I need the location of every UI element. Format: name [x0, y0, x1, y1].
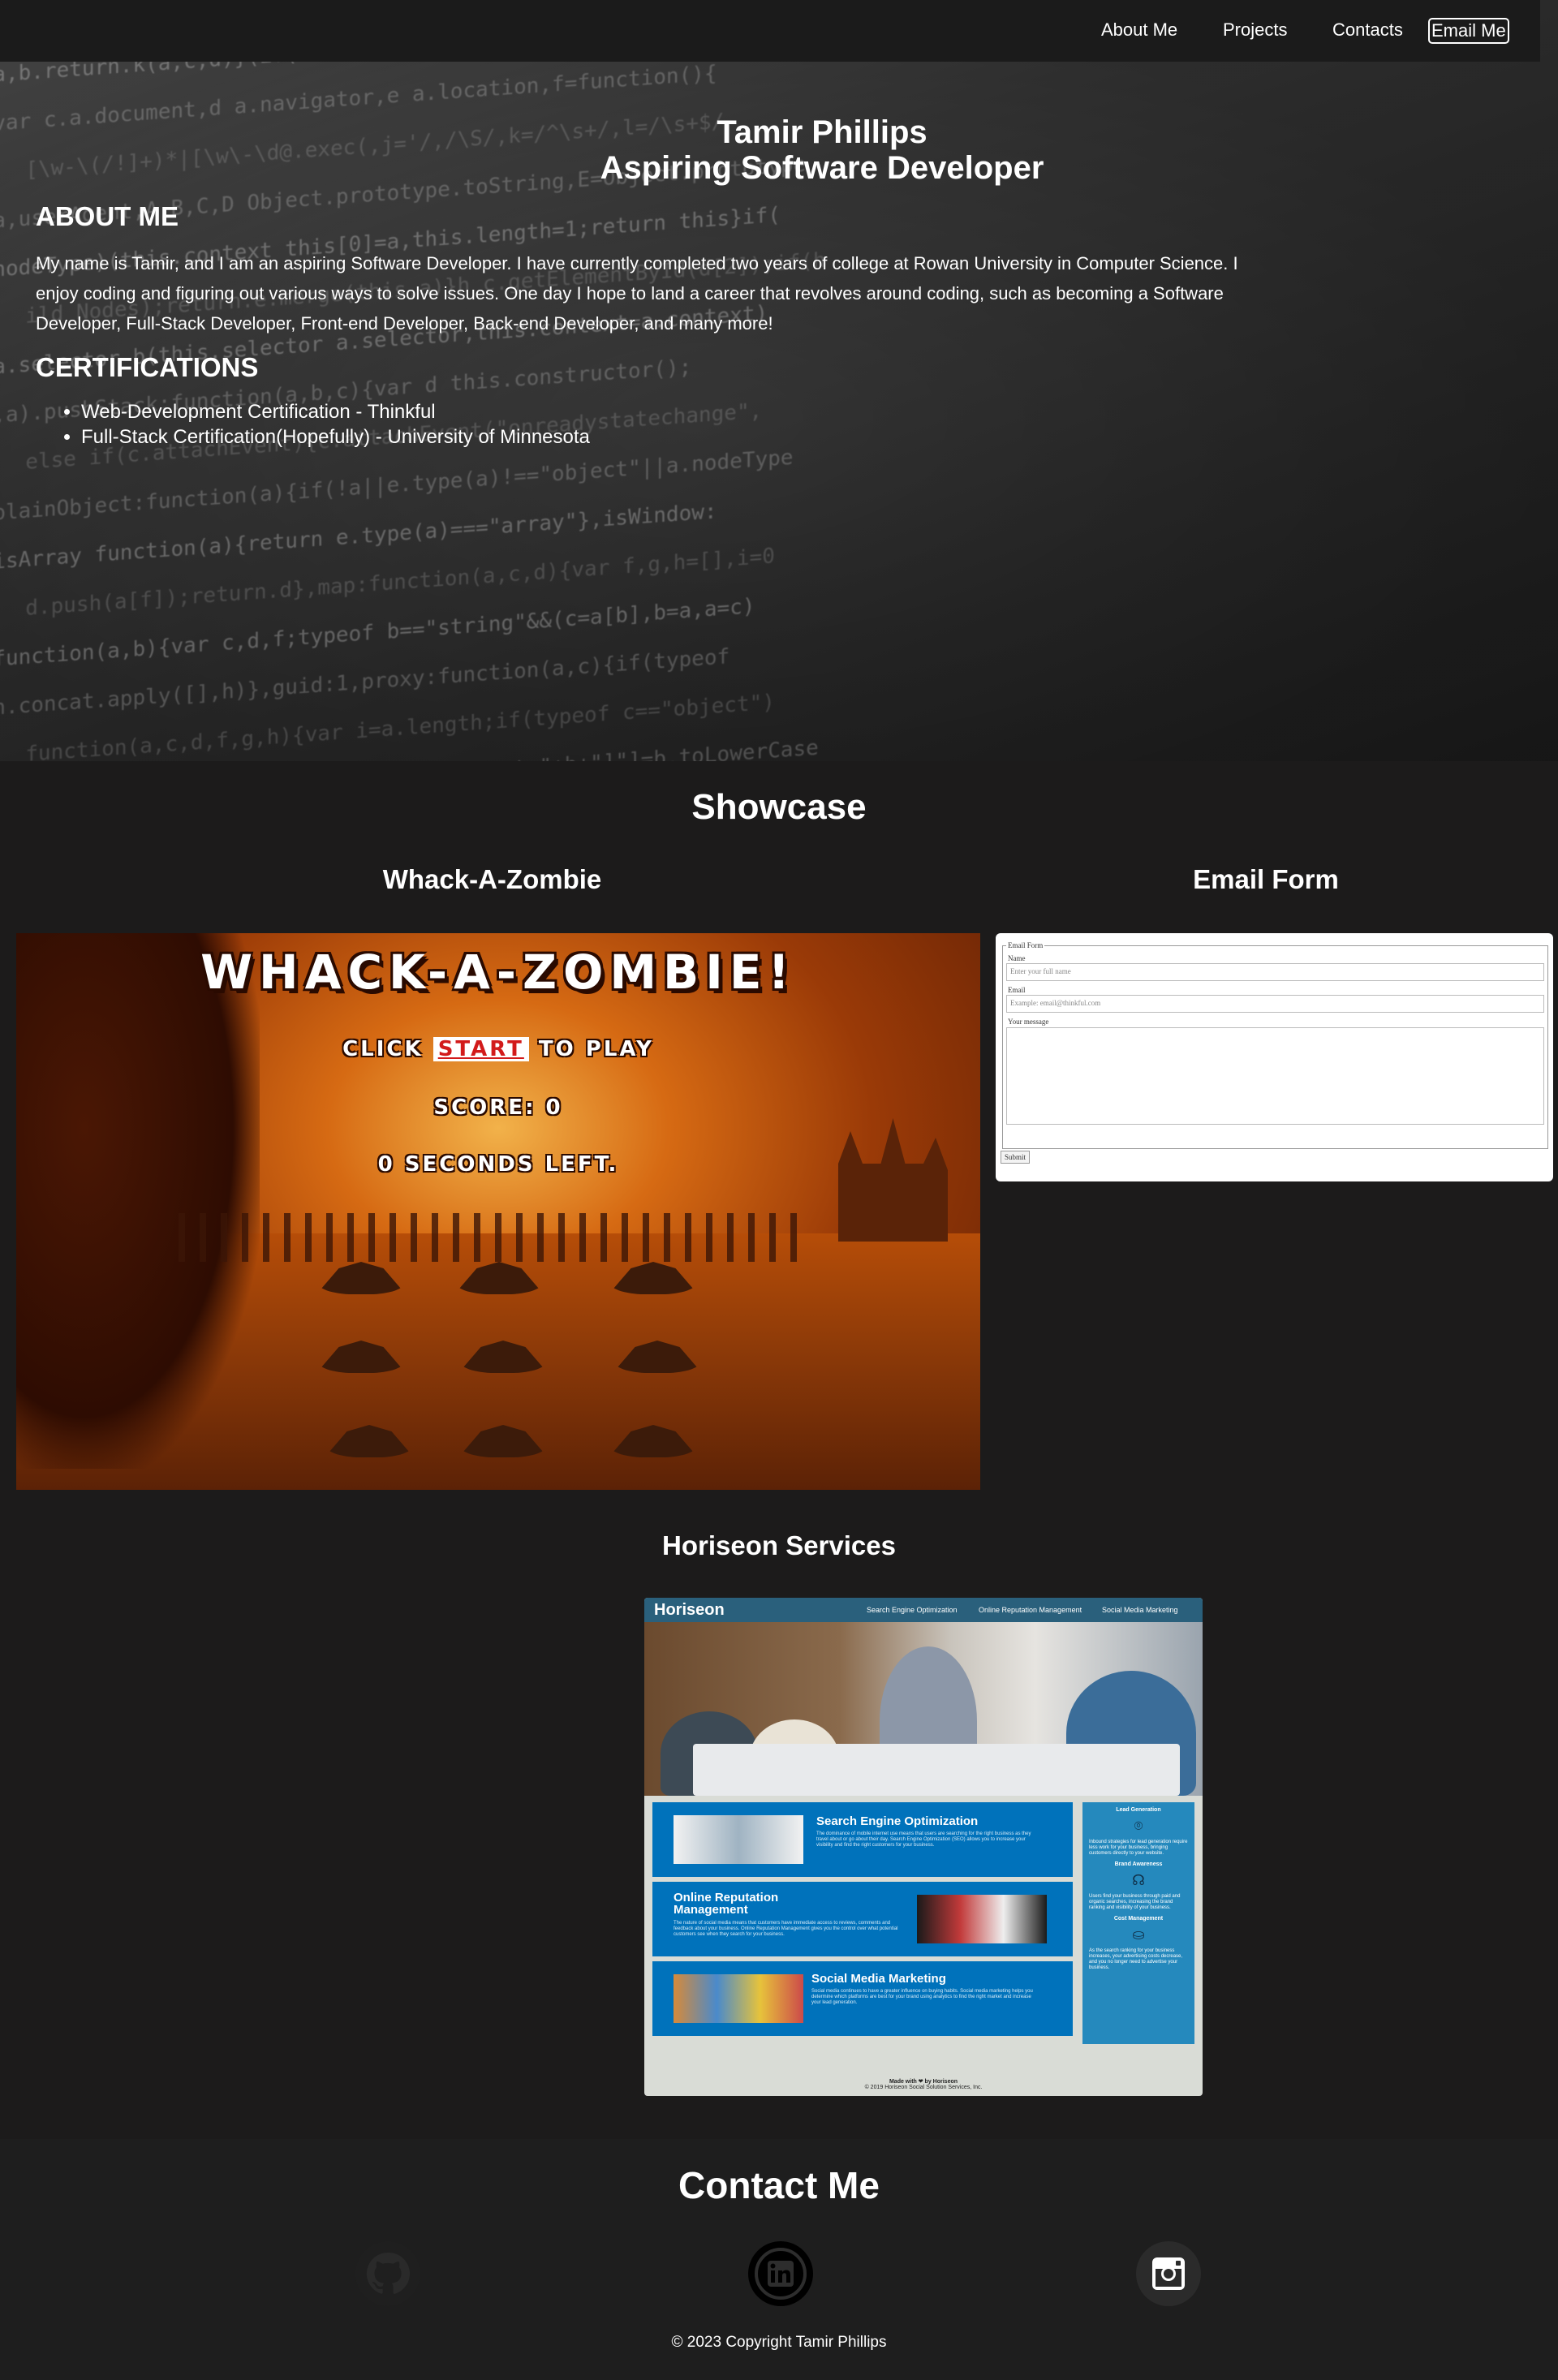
- project-title-whack-a-zombie: Whack-A-Zombie: [382, 864, 602, 894]
- horiseon-footer-copy: © 2019 Horiseon Social Solution Services…: [864, 2085, 983, 2090]
- social-image: [674, 1974, 803, 2023]
- magnet-icon: ⌾: [1134, 1818, 1143, 1834]
- nav-link-contacts[interactable]: Contacts: [1332, 19, 1403, 41]
- message-label: Your message: [1008, 1018, 1049, 1026]
- horiseon-header: Horiseon Search Engine Optimization Onli…: [644, 1598, 1203, 1622]
- github-link[interactable]: [355, 2241, 420, 2306]
- name-label: Name: [1008, 954, 1026, 962]
- benefit-text: Inbound strategies for lead generation r…: [1089, 1840, 1188, 1856]
- horiseon-card-heading: Online Reputation Management: [674, 1891, 779, 1917]
- game-click-text: CLICK: [342, 1037, 424, 1061]
- project-title-horiseon: Horiseon Services: [662, 1530, 896, 1560]
- horiseon-nav-item: Social Media Marketing: [1102, 1606, 1178, 1614]
- about-heading: ABOUT ME: [36, 201, 179, 231]
- email-form-preview[interactable]: Email Form Name Enter your full name Ema…: [996, 933, 1553, 1181]
- nav-link-email-me[interactable]: Email Me: [1428, 18, 1509, 44]
- certification-item: Web-Development Certification - Thinkful: [81, 399, 590, 424]
- email-field[interactable]: Example: email@thinkful.com: [1006, 995, 1544, 1013]
- project-title-email-form: Email Form: [1193, 864, 1339, 894]
- reputation-image: [917, 1895, 1047, 1943]
- nav-link-projects[interactable]: Projects: [1223, 19, 1287, 41]
- game-start-line: CLICK START TO PLAY: [16, 1037, 980, 1061]
- benefit-text: As the search ranking for your business …: [1089, 1948, 1183, 1970]
- horiseon-card-social: Social Media Marketing Social media cont…: [652, 1961, 1073, 2036]
- horiseon-hero-image: [644, 1622, 1203, 1796]
- horiseon-card-text: Social media continues to have a greater…: [811, 1989, 1033, 2005]
- horiseon-card-text: The dominance of mobile internet use mea…: [816, 1831, 1031, 1848]
- horiseon-nav-item: Search Engine Optimization: [867, 1606, 958, 1614]
- horiseon-main: Search Engine Optimization The dominance…: [652, 1802, 1073, 2038]
- hero-section: a,b.return.k(a,c,d)}(if(c.o=== b a.nodeT…: [0, 0, 1558, 761]
- showcase-title: Showcase: [691, 787, 867, 827]
- linkedin-link[interactable]: [748, 2241, 813, 2306]
- copyright-text: © 2023 Copyright Tamir Phillips: [671, 2334, 887, 2351]
- benefit-text: Users find your business through paid an…: [1089, 1894, 1181, 1910]
- game-title: WHACK-A-ZOMBIE!: [200, 945, 796, 1000]
- certifications-heading: CERTIFICATIONS: [36, 352, 259, 382]
- game-fence: [179, 1213, 811, 1262]
- horiseon-preview[interactable]: Horiseon Search Engine Optimization Onli…: [644, 1598, 1203, 2096]
- people-icon: ☊: [1132, 1872, 1145, 1888]
- horiseon-card-heading: Social Media Marketing: [811, 1972, 946, 1986]
- email-form-legend: Email Form: [1008, 941, 1044, 949]
- game-to-play-text: TO PLAY: [538, 1037, 654, 1061]
- message-textarea[interactable]: [1006, 1027, 1544, 1125]
- seo-image: [674, 1815, 803, 1864]
- horiseon-card-reputation: Online Reputation Management The nature …: [652, 1882, 1073, 1956]
- submit-button[interactable]: Submit: [1001, 1151, 1031, 1164]
- github-icon: [355, 2241, 420, 2306]
- certification-item: Full-Stack Certification(Hopefully) - Un…: [81, 424, 590, 450]
- benefit-heading: Cost Management: [1113, 1916, 1164, 1922]
- horiseon-logo: Horiseon: [654, 1601, 725, 1619]
- linkedin-icon: [755, 2248, 807, 2300]
- horiseon-benefits: Lead Generation ⌾ Inbound strategies for…: [1082, 1802, 1194, 2044]
- name-field[interactable]: Enter your full name: [1006, 963, 1544, 981]
- hero-name: Tamir Phillips: [717, 114, 927, 150]
- horiseon-card-heading: Search Engine Optimization: [816, 1814, 979, 1828]
- horiseon-card-seo: Search Engine Optimization The dominance…: [652, 1802, 1073, 1877]
- game-timer: 0 SECONDS LEFT.: [377, 1152, 619, 1177]
- email-fieldset: Email Form Name Enter your full name Ema…: [1002, 941, 1548, 1149]
- top-navbar: About Me Projects Contacts Email Me: [0, 0, 1540, 62]
- piggy-bank-icon: ⛀: [1132, 1926, 1145, 1943]
- horiseon-card-text: The nature of social media means that cu…: [674, 1921, 898, 1937]
- horiseon-nav-item: Online Reputation Management: [979, 1606, 1082, 1614]
- instagram-link[interactable]: [1136, 2241, 1201, 2306]
- about-text: My name is Tamir, and I am an aspiring S…: [36, 253, 1238, 334]
- benefit-heading: Brand Awareness: [1114, 1861, 1163, 1867]
- game-start-button[interactable]: START: [433, 1037, 529, 1061]
- horiseon-footer-made: Made with ❤ by Horiseon: [889, 2079, 958, 2085]
- benefit-heading: Lead Generation: [1116, 1807, 1161, 1813]
- contact-title: Contact Me: [678, 2164, 880, 2206]
- certifications-list: Web-Development Certification - Thinkful…: [81, 399, 590, 450]
- game-tree: [16, 933, 260, 1469]
- email-label: Email: [1008, 986, 1026, 994]
- contact-section: Contact Me © 2023 Copyright Tamir Philli…: [0, 2139, 1558, 2380]
- whack-a-zombie-preview[interactable]: WHACK-A-ZOMBIE! CLICK START TO PLAY SCOR…: [16, 933, 980, 1490]
- game-castle: [838, 1118, 948, 1242]
- nav-link-about-me[interactable]: About Me: [1101, 19, 1177, 41]
- hero-role: Aspiring Software Developer: [600, 150, 1044, 186]
- horiseon-footer: Made with ❤ by Horiseon © 2019 Horiseon …: [644, 2078, 1203, 2090]
- instagram-icon: [1152, 2257, 1185, 2290]
- game-score: SCORE: 0: [433, 1095, 563, 1120]
